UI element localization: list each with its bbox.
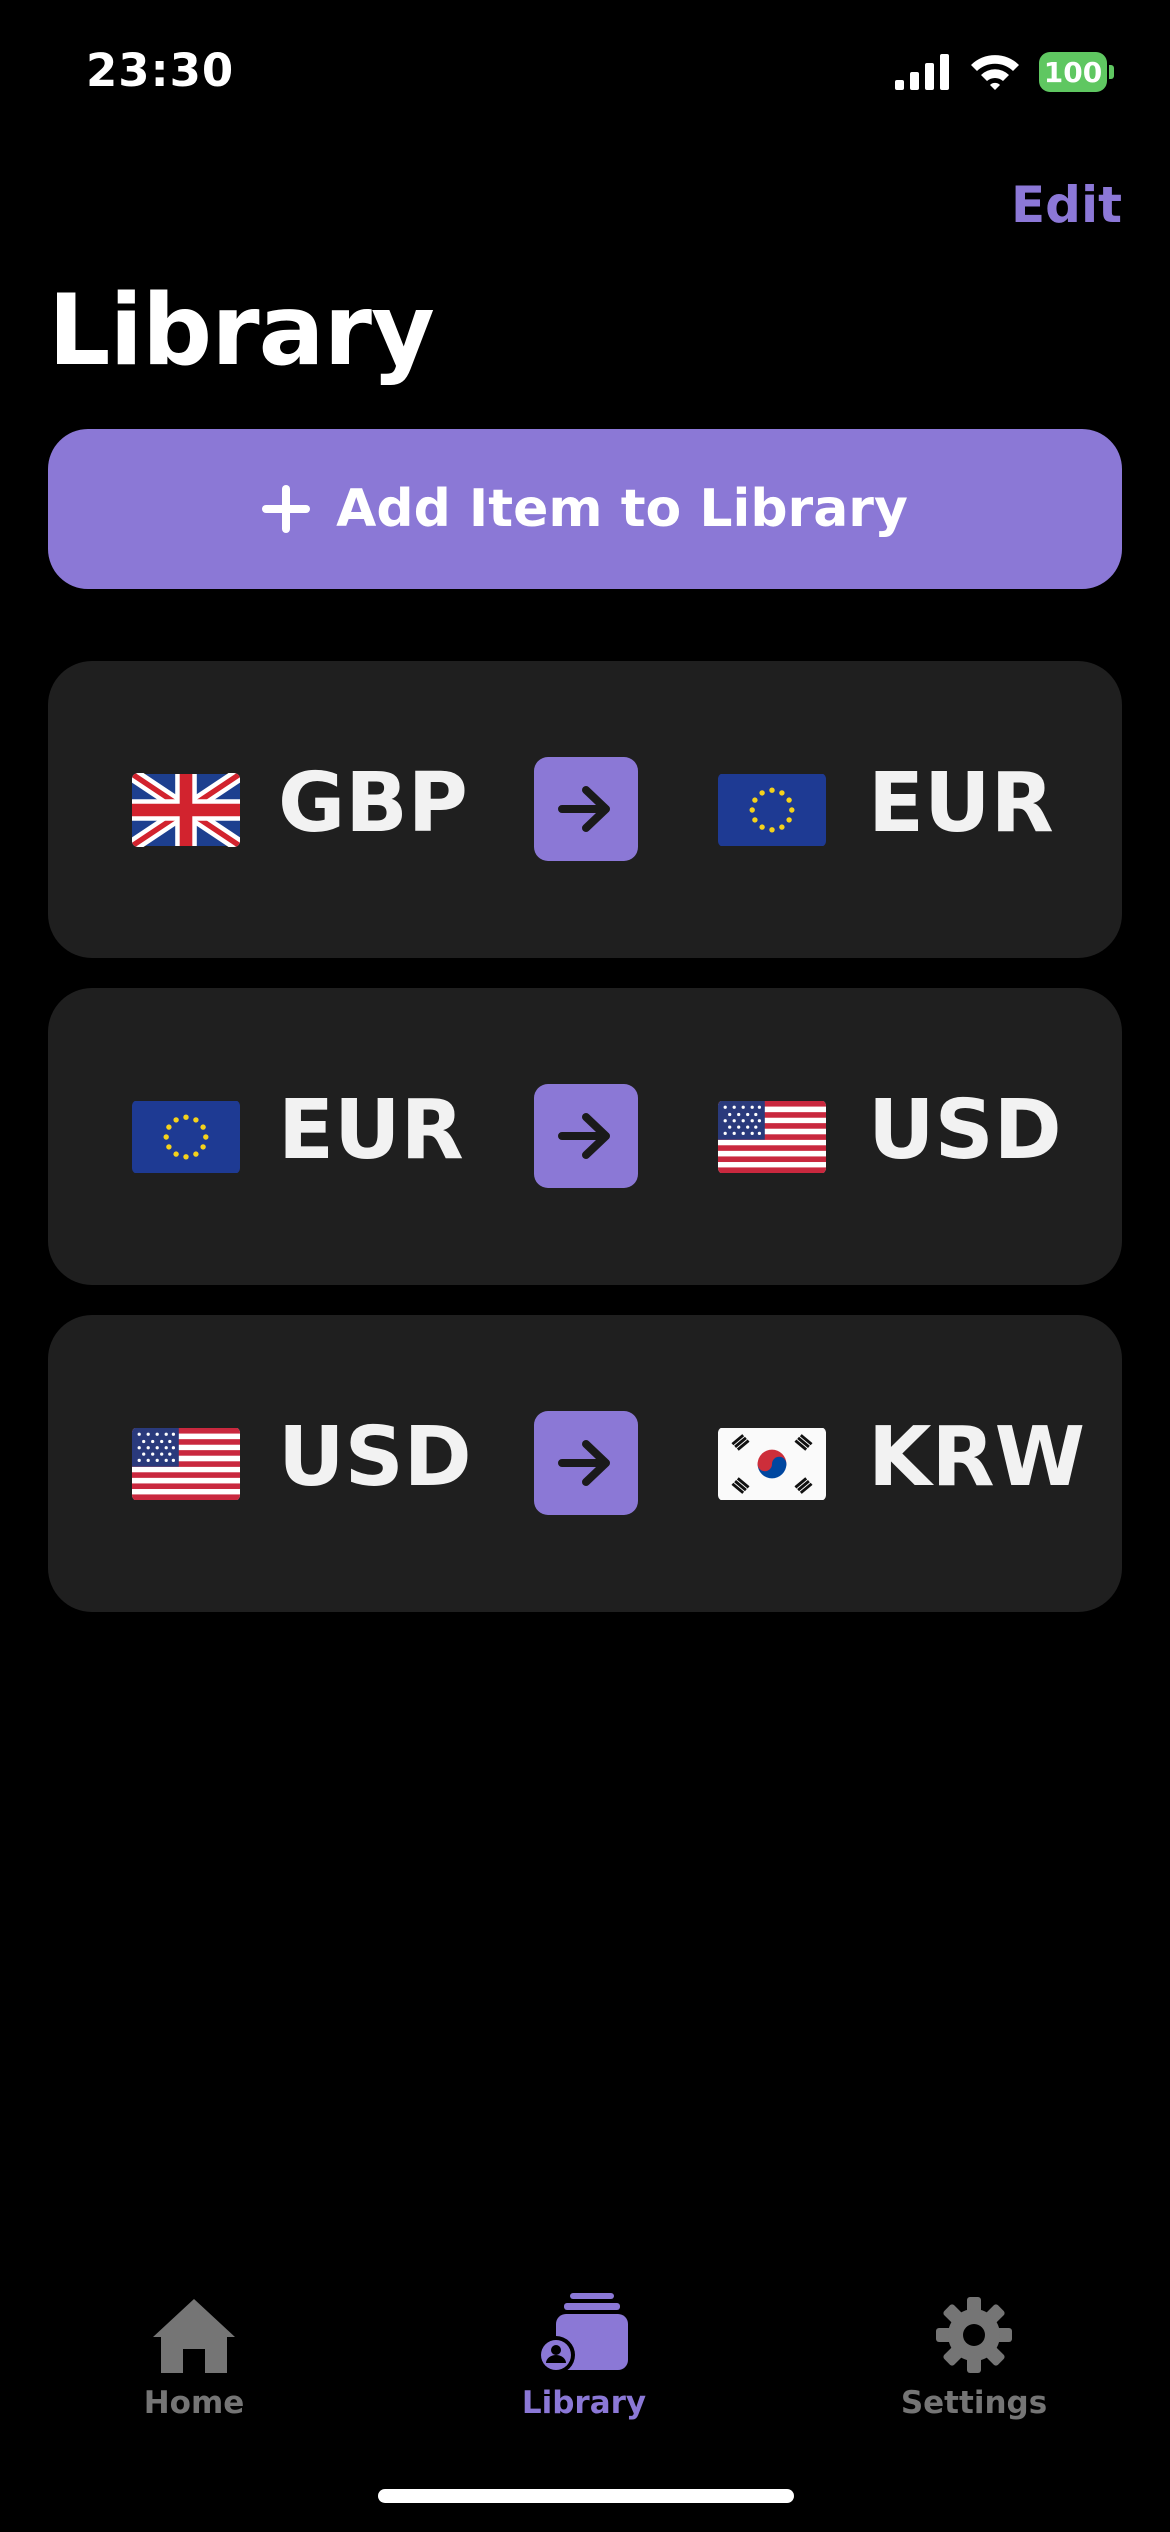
eu-flag-icon: [132, 1100, 240, 1174]
currency-pair-card[interactable]: USD KRW: [48, 1315, 1122, 1612]
to-currency-code: KRW: [868, 1410, 1086, 1505]
tab-library-label: Library: [521, 2385, 647, 2421]
arrow-right-icon: [534, 1411, 638, 1515]
wifi-icon: [971, 55, 1019, 90]
from-currency-code: EUR: [278, 1083, 464, 1178]
tab-bar: Home Library Settings: [0, 2285, 1170, 2435]
to-currency-code: EUR: [868, 756, 1054, 851]
kr-flag-icon: [718, 1427, 826, 1501]
gear-icon: [934, 2285, 1014, 2375]
add-item-label: Add Item to Library: [336, 479, 908, 539]
arrow-right-icon: [534, 757, 638, 861]
battery-level: 100: [1039, 52, 1107, 92]
edit-button[interactable]: Edit: [1011, 176, 1122, 234]
tab-home-label: Home: [143, 2385, 245, 2421]
from-currency-code: USD: [278, 1410, 472, 1505]
us-flag-icon: [718, 1100, 826, 1174]
battery-cap: [1109, 65, 1114, 79]
house-icon: [149, 2285, 239, 2375]
home-indicator: [378, 2489, 794, 2503]
page-title: Library: [48, 274, 435, 388]
from-currency-code: GBP: [278, 756, 468, 851]
currency-pair-card[interactable]: EUR USD: [48, 988, 1122, 1285]
add-item-button[interactable]: Add Item to Library: [48, 429, 1122, 589]
currency-pair-card[interactable]: GBP EUR: [48, 661, 1122, 958]
us-flag-icon: [132, 1427, 240, 1501]
currency-pair-list: GBP EUR EUR USD USD KRW: [48, 661, 1122, 1642]
tab-settings-label: Settings: [900, 2385, 1048, 2421]
to-currency-code: USD: [868, 1083, 1062, 1178]
uk-flag-icon: [132, 773, 240, 847]
library-icon: [536, 2285, 632, 2375]
battery-icon: 100: [1039, 52, 1114, 92]
status-time: 23:30: [86, 44, 235, 97]
tab-settings[interactable]: Settings: [854, 2285, 1094, 2421]
cellular-signal-icon: [895, 54, 949, 90]
status-icons: 100: [895, 52, 1114, 92]
arrow-right-icon: [534, 1084, 638, 1188]
plus-icon: [262, 485, 311, 533]
tab-home[interactable]: Home: [74, 2285, 314, 2421]
tab-library[interactable]: Library: [464, 2285, 704, 2421]
eu-flag-icon: [718, 773, 826, 847]
